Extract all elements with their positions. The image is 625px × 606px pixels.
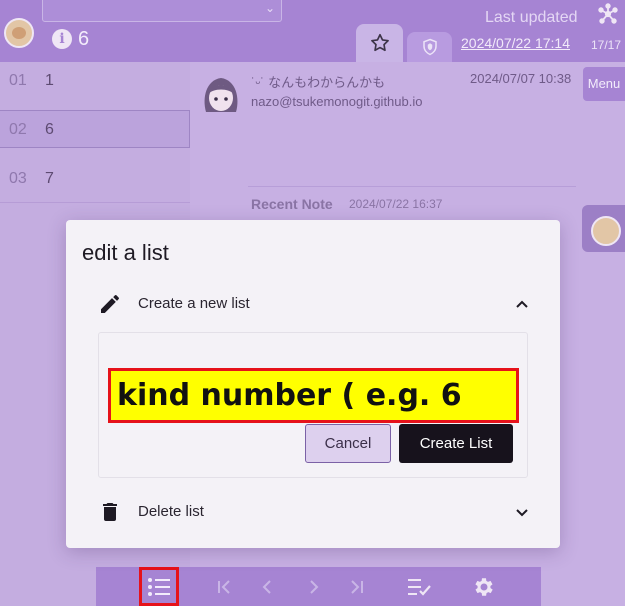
bottom-toolbar: [96, 567, 541, 606]
list-sidebar: 01 1 02 6 03 7: [0, 62, 190, 203]
delete-list-section-header[interactable]: Delete list: [66, 492, 560, 532]
menu-button[interactable]: Menu: [583, 67, 625, 101]
list-item-value: 7: [45, 170, 54, 187]
list-item-value: 1: [45, 72, 54, 89]
star-icon: [370, 33, 389, 52]
chevron-left-icon: [262, 579, 271, 594]
shield-icon: [422, 38, 437, 56]
delete-list-label: Delete list: [138, 503, 204, 520]
chevron-right-icon: [310, 579, 319, 594]
edit-list-dialog: edit a list Create a new list kind numbe…: [66, 220, 560, 548]
trash-icon: [98, 500, 122, 524]
last-page-icon: [351, 579, 363, 594]
create-list-label: Create a new list: [138, 295, 250, 312]
create-list-section-header[interactable]: Create a new list: [66, 284, 560, 324]
cancel-button[interactable]: Cancel: [305, 424, 391, 463]
recent-note-label: Recent Note: [251, 196, 333, 212]
user-email: nazo@tsukemonogit.github.io: [251, 94, 423, 109]
last-page-button[interactable]: [336, 567, 376, 606]
chevron-up-icon: [512, 294, 532, 314]
list-item-number: 03: [9, 170, 27, 187]
checklist-icon: [408, 578, 431, 596]
account-avatar[interactable]: [4, 18, 34, 48]
side-avatar-button[interactable]: [582, 205, 625, 252]
chevron-down-icon: [512, 502, 532, 522]
info-icon[interactable]: i: [52, 29, 72, 49]
list-menu-button[interactable]: [139, 567, 179, 606]
dialog-title: edit a list: [82, 240, 169, 265]
divider: [0, 202, 190, 203]
create-list-button[interactable]: Create List: [399, 424, 513, 463]
gear-icon: [475, 577, 493, 596]
list-item[interactable]: 03 7: [0, 160, 190, 198]
chevron-down-icon: ⌄: [264, 1, 275, 15]
note-date: 2024/07/07 10:38: [470, 71, 572, 86]
list-item-number: 01: [9, 72, 27, 89]
list-item[interactable]: 02 6: [0, 110, 190, 148]
list-item-value: 6: [45, 121, 54, 138]
tab-favorites[interactable]: [356, 24, 403, 62]
list-item[interactable]: 01 1: [0, 62, 190, 100]
next-page-button[interactable]: [293, 567, 333, 606]
last-updated-label: Last updated: [485, 9, 578, 26]
user-display-name: ˙ᵕ˙ なんもわからんかも: [251, 75, 386, 90]
relay-select[interactable]: ⌄: [42, 0, 282, 22]
user-avatar[interactable]: [198, 72, 244, 118]
list-item-number: 02: [9, 121, 27, 138]
checklist-button[interactable]: [400, 567, 440, 606]
recent-note-date: 2024/07/22 16:37: [349, 197, 443, 211]
last-updated-date-link[interactable]: 2024/07/22 17:14: [461, 35, 570, 51]
page-count: 17/17: [591, 38, 622, 52]
list-icon: [148, 577, 170, 596]
tab-protected[interactable]: [407, 32, 452, 62]
previous-page-button[interactable]: [248, 567, 288, 606]
divider: [248, 186, 576, 187]
list-count: 6: [78, 28, 90, 50]
pencil-icon: [98, 292, 122, 316]
network-icon[interactable]: [597, 3, 619, 25]
first-page-button[interactable]: [205, 567, 245, 606]
first-page-icon: [218, 579, 230, 594]
kind-number-input[interactable]: kind number ( e.g. 6: [108, 368, 519, 423]
settings-button[interactable]: [464, 567, 504, 606]
